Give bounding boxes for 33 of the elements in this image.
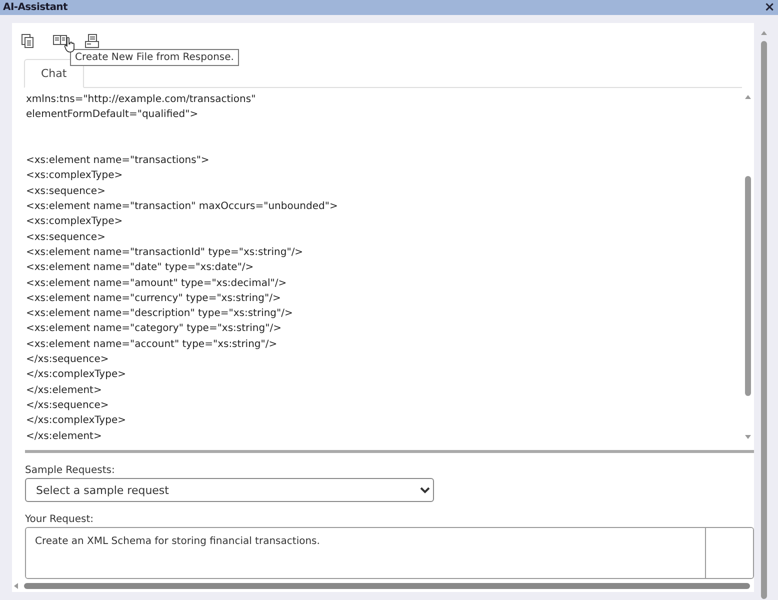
- copy-icon[interactable]: [20, 33, 36, 49]
- window-title: AI-Assistant: [3, 2, 68, 13]
- request-input-field[interactable]: Create an XML Schema for storing financial transactions.: [25, 527, 754, 579]
- code-line: <xs:element name="transaction" maxOccurs="unbounded">: [26, 200, 339, 214]
- code-line: <xs:element name="transactions">: [26, 154, 210, 168]
- close-button[interactable]: ×: [764, 1, 775, 14]
- code-line: </xs:element>: [26, 384, 103, 398]
- send-button[interactable]: [705, 528, 753, 578]
- tooltip: Create New File from Response.: [70, 49, 239, 66]
- code-line: <xs:element name="currency" type="xs:string"/>: [26, 292, 282, 306]
- field-label: Sample Requests:: [25, 465, 116, 476]
- code-line: </xs:complexType>: [26, 368, 127, 382]
- code-line: xmlns:tns="http://example.com/transactions": [26, 93, 257, 107]
- print-icon[interactable]: [84, 33, 100, 49]
- code-line: </xs:element>: [26, 430, 103, 444]
- code-line: <xs:sequence>: [26, 230, 106, 245]
- code-line: <xs:sequence>: [26, 184, 106, 199]
- sample-request-dropdown[interactable]: Select a sample request: [25, 478, 434, 502]
- code-line: <xs:complexType>: [26, 215, 124, 230]
- code-line: </xs:sequence>: [26, 398, 110, 413]
- chat-tab[interactable]: Chat: [24, 59, 84, 88]
- code-line: elementFormDefault="qualified">: [26, 108, 200, 122]
- code-line: <xs:element name="account" type="xs:string"/>: [26, 338, 278, 352]
- code-line: <xs:element name="date" type="xs:date"/>: [26, 261, 255, 276]
- code-line: <xs:element name="description" type="xs:string"/>: [26, 307, 294, 322]
- code-line: <xs:element name="amount" type="xs:decimal"/>: [26, 276, 288, 291]
- code-line: <xs:element name="category" type="xs:string"/>: [26, 322, 282, 336]
- hand-cursor-icon: [64, 37, 76, 53]
- code-line: </xs:complexType>: [26, 414, 127, 428]
- code-line: <xs:element name="transactionId" type="xs:string"/>: [26, 246, 304, 260]
- code-line: <xs:complexType>: [26, 169, 124, 184]
- field-label: Your Request:: [25, 514, 95, 525]
- code-line: </xs:sequence>: [26, 353, 110, 368]
